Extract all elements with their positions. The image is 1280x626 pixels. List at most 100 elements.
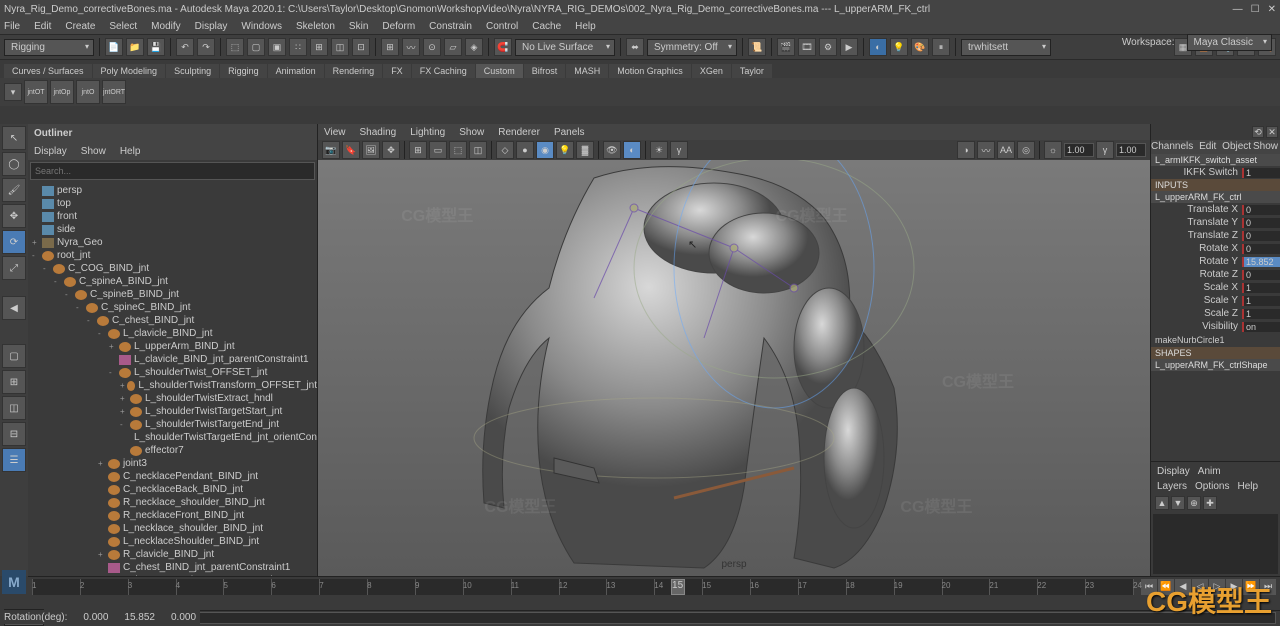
- shelf-tab-custom[interactable]: Custom: [476, 64, 523, 78]
- menu-control[interactable]: Control: [486, 21, 518, 32]
- vp-menu-view[interactable]: View: [324, 127, 346, 138]
- menu-skeleton[interactable]: Skeleton: [296, 21, 335, 32]
- construction-history-icon[interactable]: 📜: [748, 38, 766, 56]
- vp-menu-lighting[interactable]: Lighting: [410, 127, 445, 138]
- vp-exposure-icon[interactable]: ☀: [650, 141, 668, 159]
- select-face-icon[interactable]: ◫: [331, 38, 349, 56]
- menu-skin[interactable]: Skin: [349, 21, 368, 32]
- last-tool[interactable]: ◀: [2, 296, 26, 320]
- tree-item[interactable]: L_necklaceShoulder_BIND_jnt: [28, 535, 317, 548]
- attr-row[interactable]: Rotate Y15.852: [1151, 255, 1280, 268]
- menu-edit[interactable]: Edit: [34, 21, 51, 32]
- select-vertex-icon[interactable]: ∷: [289, 38, 307, 56]
- vp-bookmark-icon[interactable]: 🔖: [342, 141, 360, 159]
- layer-opt-help[interactable]: Help: [1237, 481, 1258, 492]
- attr-value[interactable]: 0: [1242, 205, 1280, 215]
- tree-item[interactable]: +Nyra_Geo: [28, 236, 317, 249]
- attr-row[interactable]: Scale Z1: [1151, 307, 1280, 320]
- menu-display[interactable]: Display: [195, 21, 228, 32]
- two-pane-v-icon[interactable]: ◫: [2, 396, 26, 420]
- select-object-icon[interactable]: ▢: [247, 38, 265, 56]
- select-edge-icon[interactable]: ⊞: [310, 38, 328, 56]
- vp-smooth-shade-icon[interactable]: ●: [516, 141, 534, 159]
- render-settings-icon[interactable]: ⚙: [819, 38, 837, 56]
- snap-curve-icon[interactable]: 〰: [402, 38, 420, 56]
- snap-point-icon[interactable]: ⊙: [423, 38, 441, 56]
- attr-value[interactable]: 1: [1242, 283, 1280, 293]
- layer-opt-layers[interactable]: Layers: [1157, 481, 1187, 492]
- vp-menu-show[interactable]: Show: [459, 127, 484, 138]
- tree-item[interactable]: +L_upperArm_BIND_jnt: [28, 340, 317, 353]
- tree-item[interactable]: +L_shoulderTwistTransform_OFFSET_jnt: [28, 379, 317, 392]
- attr-row[interactable]: Scale X1: [1151, 281, 1280, 294]
- vp-motion-blur-icon[interactable]: 〰: [977, 141, 995, 159]
- snap-grid-icon[interactable]: ⊞: [381, 38, 399, 56]
- ikfk-value[interactable]: 1: [1242, 168, 1280, 178]
- shelf-tab-sculpting[interactable]: Sculpting: [166, 64, 219, 78]
- vp-xray-icon[interactable]: ◐: [623, 141, 641, 159]
- attr-value[interactable]: on: [1242, 322, 1280, 332]
- tree-item[interactable]: -C_spineA_BIND_jnt: [28, 275, 317, 288]
- vp-textured-icon[interactable]: ◉: [536, 141, 554, 159]
- tree-item[interactable]: -C_spineC_BIND_jnt: [28, 301, 317, 314]
- attr-row[interactable]: Translate X0: [1151, 203, 1280, 216]
- vp-2d-pan-icon[interactable]: ✥: [382, 141, 400, 159]
- tree-item[interactable]: -L_shoulderTwistTargetEnd_jnt: [28, 418, 317, 431]
- rotate-tool[interactable]: ⟳: [2, 230, 26, 254]
- layer-tab-display[interactable]: Display: [1157, 466, 1190, 477]
- attr-value[interactable]: 15.852: [1242, 257, 1280, 267]
- redo-icon[interactable]: ↷: [197, 38, 215, 56]
- tree-item[interactable]: L_necklace_shoulder_BIND_jnt: [28, 522, 317, 535]
- menu-file[interactable]: File: [4, 21, 20, 32]
- select-component-icon[interactable]: ▣: [268, 38, 286, 56]
- current-frame-marker[interactable]: 15: [671, 579, 685, 595]
- tree-item[interactable]: top: [28, 197, 317, 210]
- tree-item[interactable]: front: [28, 210, 317, 223]
- tree-item[interactable]: L_shoulderTwistTargetEnd_jnt_orientConst…: [28, 431, 317, 444]
- vp-gate-mask-icon[interactable]: ◫: [469, 141, 487, 159]
- outliner-menu-help[interactable]: Help: [120, 146, 141, 157]
- select-hierarchy-icon[interactable]: ⬚: [226, 38, 244, 56]
- outliner-tree[interactable]: persptopfrontside+Nyra_Geo-root_jnt-C_CO…: [28, 182, 317, 576]
- renderer-dropdown[interactable]: trwhitsett: [961, 39, 1051, 56]
- tree-item[interactable]: +joint3: [28, 457, 317, 470]
- layer-add-selected-icon[interactable]: ⊕: [1187, 496, 1201, 510]
- tree-item[interactable]: -L_shoulderTwist_OFFSET_jnt: [28, 366, 317, 379]
- cb-tab-object[interactable]: Object: [1222, 140, 1251, 154]
- vp-film-gate-icon[interactable]: ▭: [429, 141, 447, 159]
- attr-row[interactable]: Rotate X0: [1151, 242, 1280, 255]
- viewport-3d-view[interactable]: ↖ persp CG模型王 CG模型王 CG模型王 CG模型王 CG模型王: [318, 160, 1150, 576]
- symmetry-toggle-icon[interactable]: ⬌: [626, 38, 644, 56]
- snap-plane-icon[interactable]: ▱: [444, 38, 462, 56]
- vp-isolate-icon[interactable]: 👁: [603, 141, 621, 159]
- tree-item[interactable]: R_necklaceFront_BIND_jnt: [28, 509, 317, 522]
- shelf-icon-jntOT[interactable]: jntOT: [24, 80, 48, 104]
- module-dropdown[interactable]: Rigging: [4, 39, 94, 56]
- cb-sync-icon[interactable]: ⟲: [1252, 126, 1264, 138]
- tree-item[interactable]: R_necklace_shoulder_BIND_jnt: [28, 496, 317, 509]
- shelf-tab-motiongraphics[interactable]: Motion Graphics: [609, 64, 691, 78]
- vp-grid-icon[interactable]: ⊞: [409, 141, 427, 159]
- menu-windows[interactable]: Windows: [241, 21, 282, 32]
- layer-create-icon[interactable]: ✚: [1203, 496, 1217, 510]
- menu-select[interactable]: Select: [109, 21, 137, 32]
- attr-row[interactable]: Rotate Z0: [1151, 268, 1280, 281]
- shelf-tab-fx[interactable]: FX: [383, 64, 411, 78]
- vp-aa-icon[interactable]: AA: [997, 141, 1015, 159]
- layer-opt-options[interactable]: Options: [1195, 481, 1229, 492]
- render-frame-icon[interactable]: 🎬: [777, 38, 795, 56]
- tree-item[interactable]: persp: [28, 184, 317, 197]
- symmetry-dropdown[interactable]: Symmetry: Off: [647, 39, 737, 56]
- ipr-render-icon[interactable]: 🎞: [798, 38, 816, 56]
- layer-move-up-icon[interactable]: ▲: [1155, 496, 1169, 510]
- tree-item[interactable]: C_necklaceBack_BIND_jnt: [28, 483, 317, 496]
- paint-select-tool[interactable]: 🖌: [2, 178, 26, 202]
- maximize-icon[interactable]: ☐: [1251, 4, 1260, 15]
- workspace-dropdown[interactable]: Maya Classic: [1187, 34, 1272, 51]
- vp-wireframe-icon[interactable]: ◇: [496, 141, 514, 159]
- shelf-tab-mash[interactable]: MASH: [566, 64, 608, 78]
- lasso-tool[interactable]: ◯: [2, 152, 26, 176]
- vp-shadows-icon[interactable]: ▓: [576, 141, 594, 159]
- new-scene-icon[interactable]: 📄: [105, 38, 123, 56]
- shelf-icon-jntO[interactable]: jntO: [76, 80, 100, 104]
